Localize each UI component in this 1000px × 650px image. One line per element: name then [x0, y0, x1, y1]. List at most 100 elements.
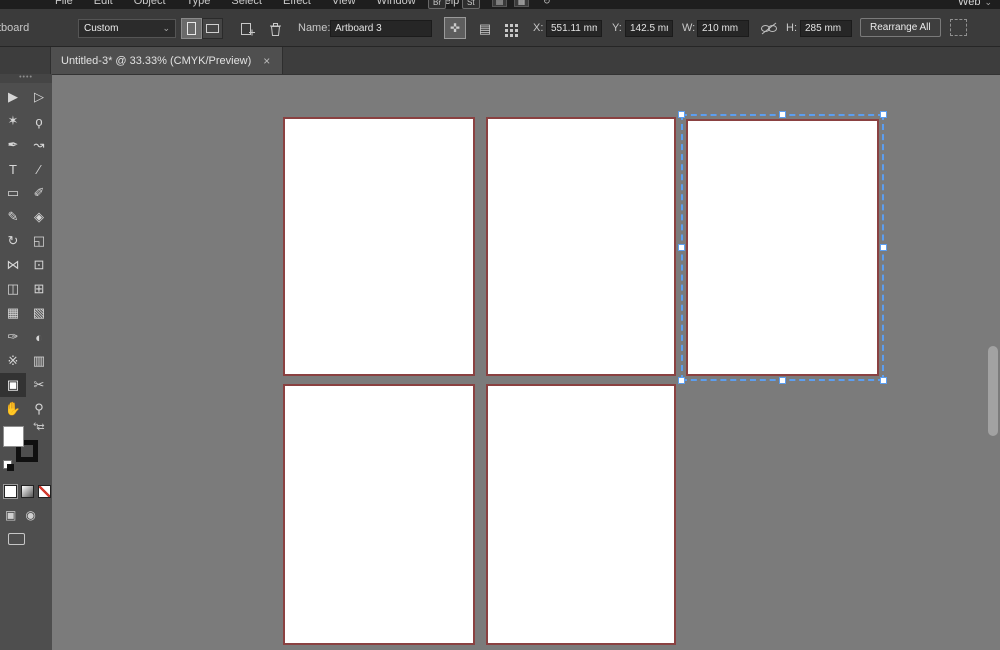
move-artwork-toggle[interactable]: ✜: [444, 17, 466, 39]
stock-button[interactable]: St: [462, 0, 480, 9]
artboard-2[interactable]: [486, 117, 676, 376]
eyedropper-tool[interactable]: ✑: [0, 325, 26, 349]
workspace-switcher[interactable]: Web ⌄: [958, 0, 992, 8]
new-artboard-icon: [240, 22, 255, 35]
menu-type[interactable]: Type: [187, 0, 211, 7]
trash-icon: [269, 22, 281, 36]
artboard-control-bar: Artboard Custom ⌄ Name: ✜ ▤ X:: [0, 9, 1000, 47]
bridge-button[interactable]: Br: [428, 0, 446, 9]
menu-object[interactable]: Object: [134, 0, 166, 7]
line-segment-tool[interactable]: ∕: [26, 157, 52, 181]
menu-view[interactable]: View: [332, 0, 356, 7]
fill-swatch[interactable]: [3, 426, 24, 447]
move-crosshair-icon: ✜: [449, 21, 461, 35]
artboard-3[interactable]: [686, 119, 879, 376]
selection-handle[interactable]: [778, 377, 786, 384]
artboard-bounds-icon[interactable]: [950, 19, 967, 36]
pen-tool[interactable]: ✒: [0, 133, 26, 157]
menu-edit[interactable]: Edit: [94, 0, 113, 7]
menu-window[interactable]: Window: [377, 0, 416, 7]
selection-handle[interactable]: [880, 243, 887, 251]
selection-handle[interactable]: [778, 111, 786, 118]
document-title: Untitled-3* @ 33.33% (CMYK/Preview): [61, 54, 252, 67]
menu-select[interactable]: Select: [231, 0, 262, 7]
panel-grip[interactable]: ••••: [0, 74, 52, 83]
landscape-button[interactable]: [202, 18, 223, 39]
document-tab[interactable]: Untitled-3* @ 33.33% (CMYK/Preview) ×: [50, 47, 283, 74]
h-label: H:: [786, 22, 797, 34]
artboard-4[interactable]: [283, 384, 475, 645]
menu-effect[interactable]: Effect: [283, 0, 311, 7]
selection-handle[interactable]: [880, 111, 887, 118]
eraser-tool[interactable]: ◈: [26, 205, 52, 229]
delete-artboard-button[interactable]: [264, 18, 286, 40]
gradient-button[interactable]: [21, 485, 34, 498]
selection-handle[interactable]: [678, 243, 685, 251]
change-screen-mode-button[interactable]: [8, 533, 25, 545]
y-input[interactable]: [625, 20, 673, 37]
grid-icon[interactable]: [505, 24, 508, 27]
name-label: Name:: [298, 22, 331, 34]
x-input[interactable]: [546, 20, 602, 37]
scale-tool[interactable]: ◱: [26, 229, 52, 253]
artboard-name-input[interactable]: [330, 20, 432, 37]
selection-handle[interactable]: [678, 377, 685, 384]
w-label: W:: [682, 22, 696, 34]
link-dimensions-icon[interactable]: [760, 22, 778, 38]
rectangle-tool[interactable]: ▭: [0, 181, 26, 205]
direct-selection-tool[interactable]: ▷: [26, 85, 52, 109]
slice-tool[interactable]: ✂: [26, 373, 52, 397]
hand-tool[interactable]: ✋: [0, 397, 26, 421]
none-button[interactable]: [38, 485, 51, 498]
menu-file[interactable]: File: [55, 0, 73, 7]
chevron-down-icon: ⌄: [162, 23, 170, 33]
blend-tool[interactable]: ◐: [26, 325, 52, 349]
mesh-tool[interactable]: ▦: [0, 301, 26, 325]
portrait-icon: [187, 22, 196, 35]
shape-builder-tool[interactable]: ◫: [0, 277, 26, 301]
rotate-tool[interactable]: ↻: [0, 229, 26, 253]
screen-mode-icon[interactable]: ▦: [514, 0, 529, 7]
curvature-tool[interactable]: ↝: [26, 133, 52, 157]
panel-label: Artboard: [0, 22, 30, 34]
draw-behind-icon[interactable]: ◉: [25, 508, 35, 522]
perspective-grid-tool[interactable]: ⊞: [26, 277, 52, 301]
artboard-preset-select[interactable]: Custom ⌄: [78, 19, 176, 38]
draw-normal-icon[interactable]: ▣: [5, 508, 16, 522]
chevron-down-icon: ⌄: [984, 0, 992, 7]
artboard-options-button[interactable]: ▤: [474, 18, 496, 40]
free-transform-tool[interactable]: ⊡: [26, 253, 52, 277]
color-button[interactable]: [4, 485, 17, 498]
selection-handle[interactable]: [678, 111, 685, 118]
artboard-5[interactable]: [486, 384, 676, 645]
y-label: Y:: [612, 22, 622, 34]
tools-panel: •••• ▶ ▷ ✶ ϙ ✒ ↝ T ∕ ▭ ✐ ✎ ◈ ↻ ◱ ⋈ ⊡ ◫ ⊞…: [0, 74, 52, 650]
portrait-button[interactable]: [181, 18, 202, 39]
artboard-tool[interactable]: ▣: [0, 373, 26, 397]
gradient-tool[interactable]: ▧: [26, 301, 52, 325]
selection-tool[interactable]: ▶: [0, 85, 26, 109]
type-tool[interactable]: T: [0, 157, 26, 181]
canvas-pasteboard[interactable]: [52, 74, 1000, 650]
close-tab-icon[interactable]: ×: [263, 54, 270, 68]
arrange-documents-icon[interactable]: ▤: [492, 0, 507, 7]
column-graph-tool[interactable]: ▥: [26, 349, 52, 373]
rearrange-all-button[interactable]: Rearrange All: [860, 18, 941, 37]
symbol-sprayer-tool[interactable]: ※: [0, 349, 26, 373]
selection-handle[interactable]: [880, 377, 887, 384]
default-fill-stroke-icon[interactable]: [3, 460, 14, 471]
sync-icon[interactable]: ↻: [543, 0, 551, 7]
new-artboard-button[interactable]: [236, 18, 258, 40]
swap-fill-stroke-icon[interactable]: ⇄: [37, 422, 45, 433]
width-tool[interactable]: ⋈: [0, 253, 26, 277]
w-input[interactable]: [697, 20, 749, 37]
paintbrush-tool[interactable]: ✐: [26, 181, 52, 205]
lasso-tool[interactable]: ϙ: [26, 109, 52, 133]
magic-wand-tool[interactable]: ✶: [0, 109, 26, 133]
h-input[interactable]: [800, 20, 852, 37]
vertical-scrollbar-thumb[interactable]: [988, 346, 998, 436]
zoom-tool[interactable]: ⚲: [26, 397, 52, 421]
pencil-tool[interactable]: ✎: [0, 205, 26, 229]
x-label: X:: [533, 22, 544, 34]
artboard-1[interactable]: [283, 117, 475, 376]
